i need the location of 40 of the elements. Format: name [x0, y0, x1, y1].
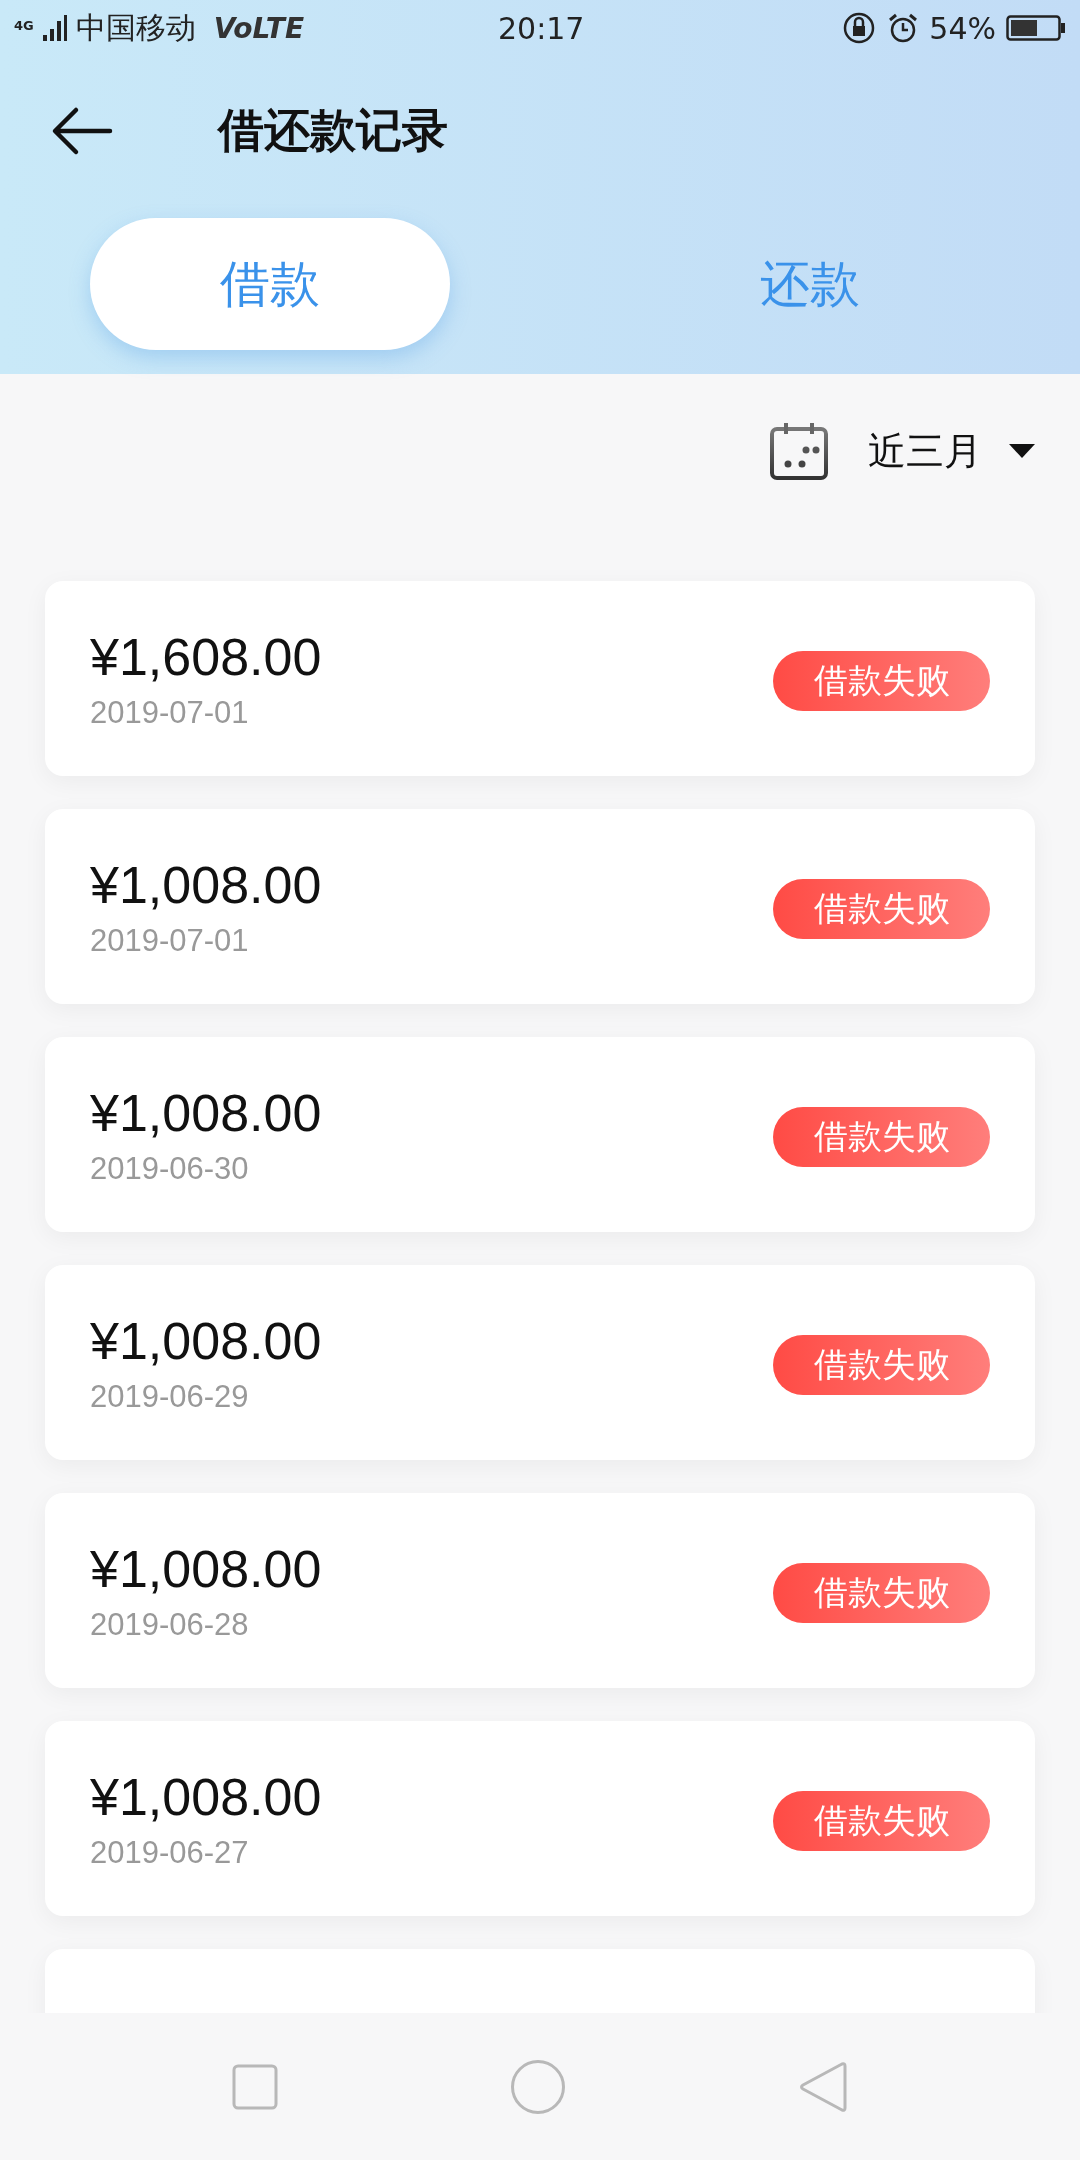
date-text: 2019-06-30	[90, 1150, 250, 1187]
network-type: 4G	[14, 17, 34, 33]
clock-time: 20:17	[498, 10, 585, 46]
signal-icon	[41, 13, 68, 43]
network-label: VoLTE	[213, 11, 305, 45]
carrier-name: 中国移动	[75, 8, 196, 47]
back-arrow-icon[interactable]	[50, 106, 114, 156]
back-icon[interactable]	[798, 2060, 848, 2113]
record-card[interactable]: ¥1,008.00 2019-06-27 借款失败	[45, 1721, 1035, 1916]
amount-text: ¥1,008.00	[90, 858, 322, 911]
battery-percent: 54%	[929, 10, 996, 46]
record-card[interactable]: ¥1,608.00 2019-07-01 借款失败	[45, 581, 1035, 776]
status-tag: 借款失败	[773, 878, 990, 939]
status-tag: 借款失败	[773, 650, 990, 711]
amount-text: ¥1,608.00	[90, 630, 322, 683]
status-tag: 借款失败	[773, 1334, 990, 1395]
record-card[interactable]: ¥1,008.00 2019-06-29 借款失败	[45, 1265, 1035, 1460]
caret-icon	[1008, 443, 1036, 459]
date-text: 2019-06-27	[90, 1834, 250, 1871]
status-tag: 借款失败	[773, 1106, 990, 1167]
status-tag: 借款失败	[773, 1562, 990, 1623]
amount-text: ¥1,008.00	[90, 1542, 322, 1595]
date-text: 2019-07-01	[90, 922, 250, 959]
date-text: 2019-06-28	[90, 1606, 250, 1643]
status-tag: 借款失败	[773, 1790, 990, 1851]
amount-text: ¥1,008.00	[90, 1770, 322, 1823]
battery-icon	[1006, 14, 1066, 42]
amount-text: ¥1,008.00	[90, 1086, 322, 1139]
home-icon[interactable]	[510, 2058, 566, 2115]
date-text: 2019-06-29	[90, 1378, 250, 1415]
date-text: 2019-07-01	[90, 694, 250, 731]
alarm-icon	[887, 12, 920, 44]
record-card[interactable]: ¥1,008.00 2019-07-01 借款失败	[45, 809, 1035, 1004]
calendar-icon[interactable]	[768, 420, 830, 482]
record-card[interactable]: ¥1,008.00 2019-06-30 借款失败	[45, 1037, 1035, 1232]
amount-text: ¥1,008.00	[90, 1314, 322, 1367]
record-card[interactable]: ¥1,008.00 2019-06-28 借款失败	[45, 1493, 1035, 1688]
recents-icon[interactable]	[232, 2063, 278, 2110]
date-range-dropdown[interactable]: 近三月	[868, 425, 1036, 477]
page-title: 借还款记录	[218, 102, 448, 159]
